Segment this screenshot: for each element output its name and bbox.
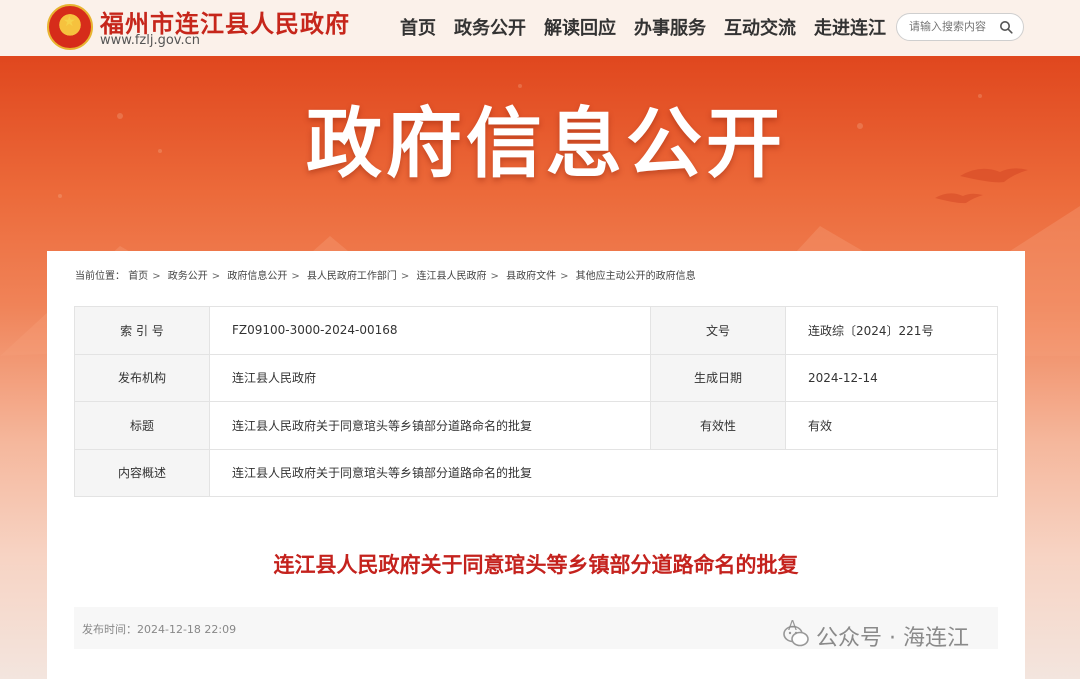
table-row: 标题 连江县人民政府关于同意琯头等乡镇部分道路命名的批复 有效性 有效 (74, 401, 998, 450)
watermark-text: 公众号 · 海连江 (816, 626, 969, 651)
summary-label: 内容概述 (74, 448, 210, 497)
issuer-label: 发布机构 (74, 353, 210, 402)
nav-item-interpretation[interactable]: 解读回应 (544, 14, 616, 40)
title-value: 连江县人民政府关于同意琯头等乡镇部分道路命名的批复 (209, 401, 651, 450)
breadcrumb-item[interactable]: 连江县人民政府 (417, 271, 487, 282)
bird-icon (935, 168, 1028, 204)
issuer-value: 连江县人民政府 (209, 353, 651, 402)
doc-number-value: 连政综〔2024〕221号 (785, 306, 998, 355)
nav-item-services[interactable]: 办事服务 (634, 14, 706, 40)
nav-item-about[interactable]: 走进连江 (814, 14, 886, 40)
breadcrumb-item[interactable]: 县人民政府工作部门 (307, 271, 397, 282)
validity-label: 有效性 (650, 401, 786, 450)
title-label: 标题 (74, 401, 210, 450)
index-value: FZ09100-3000-2024-00168 (209, 306, 651, 355)
wechat-icon (783, 625, 809, 647)
index-label: 索 引 号 (74, 306, 210, 355)
breadcrumb-prefix: 当前位置： (75, 271, 125, 282)
search-box (896, 13, 1024, 41)
site-url: www.fzlj.gov.cn (100, 33, 201, 48)
document-metadata-table: 索 引 号 FZ09100-3000-2024-00168 文号 连政综〔202… (74, 306, 998, 497)
table-row: 内容概述 连江县人民政府关于同意琯头等乡镇部分道路命名的批复 (74, 448, 998, 497)
search-icon[interactable] (999, 20, 1013, 34)
breadcrumb-item[interactable]: 政务公开 (168, 271, 208, 282)
nav-item-interaction[interactable]: 互动交流 (724, 14, 796, 40)
breadcrumb: 当前位置： 首页 > 政务公开 > 政府信息公开 > 县人民政府工作部门 > 连江县人民… (75, 271, 696, 282)
watermark: 公众号 · 海连江 (782, 620, 969, 652)
table-row: 索 引 号 FZ09100-3000-2024-00168 文号 连政综〔202… (74, 306, 998, 355)
breadcrumb-item[interactable]: 政府信息公开 (227, 271, 287, 282)
national-emblem-icon: ★ (47, 4, 93, 50)
nav-item-home[interactable]: 首页 (400, 14, 436, 40)
main-nav: 首页 政务公开 解读回应 办事服务 互动交流 走进连江 (400, 14, 886, 40)
date-label: 生成日期 (650, 353, 786, 402)
search-input[interactable] (909, 20, 995, 33)
breadcrumb-item[interactable]: 县政府文件 (506, 271, 556, 282)
doc-number-label: 文号 (650, 306, 786, 355)
table-row: 发布机构 连江县人民政府 生成日期 2024-12-14 (74, 353, 998, 402)
banner-title: 政府信息公开 (306, 99, 786, 188)
content-card: 当前位置： 首页 > 政务公开 > 政府信息公开 > 县人民政府工作部门 > 连江县人民… (47, 251, 1025, 679)
breadcrumb-item[interactable]: 首页 (128, 271, 148, 282)
breadcrumb-item[interactable]: 其他应主动公开的政府信息 (576, 271, 696, 282)
nav-item-gov-affairs[interactable]: 政务公开 (454, 14, 526, 40)
date-value: 2024-12-14 (785, 353, 998, 402)
validity-value: 有效 (785, 401, 998, 450)
star-icon: ★ (63, 14, 76, 30)
publish-time: 发布时间：2024-12-18 22:09 (82, 623, 237, 636)
document-title: 连江县人民政府关于同意琯头等乡镇部分道路命名的批复 (273, 553, 799, 577)
top-header: ★ 福州市连江县人民政府 www.fzlj.gov.cn 首页 政务公开 解读回… (0, 0, 1080, 56)
summary-value: 连江县人民政府关于同意琯头等乡镇部分道路命名的批复 (209, 448, 998, 497)
